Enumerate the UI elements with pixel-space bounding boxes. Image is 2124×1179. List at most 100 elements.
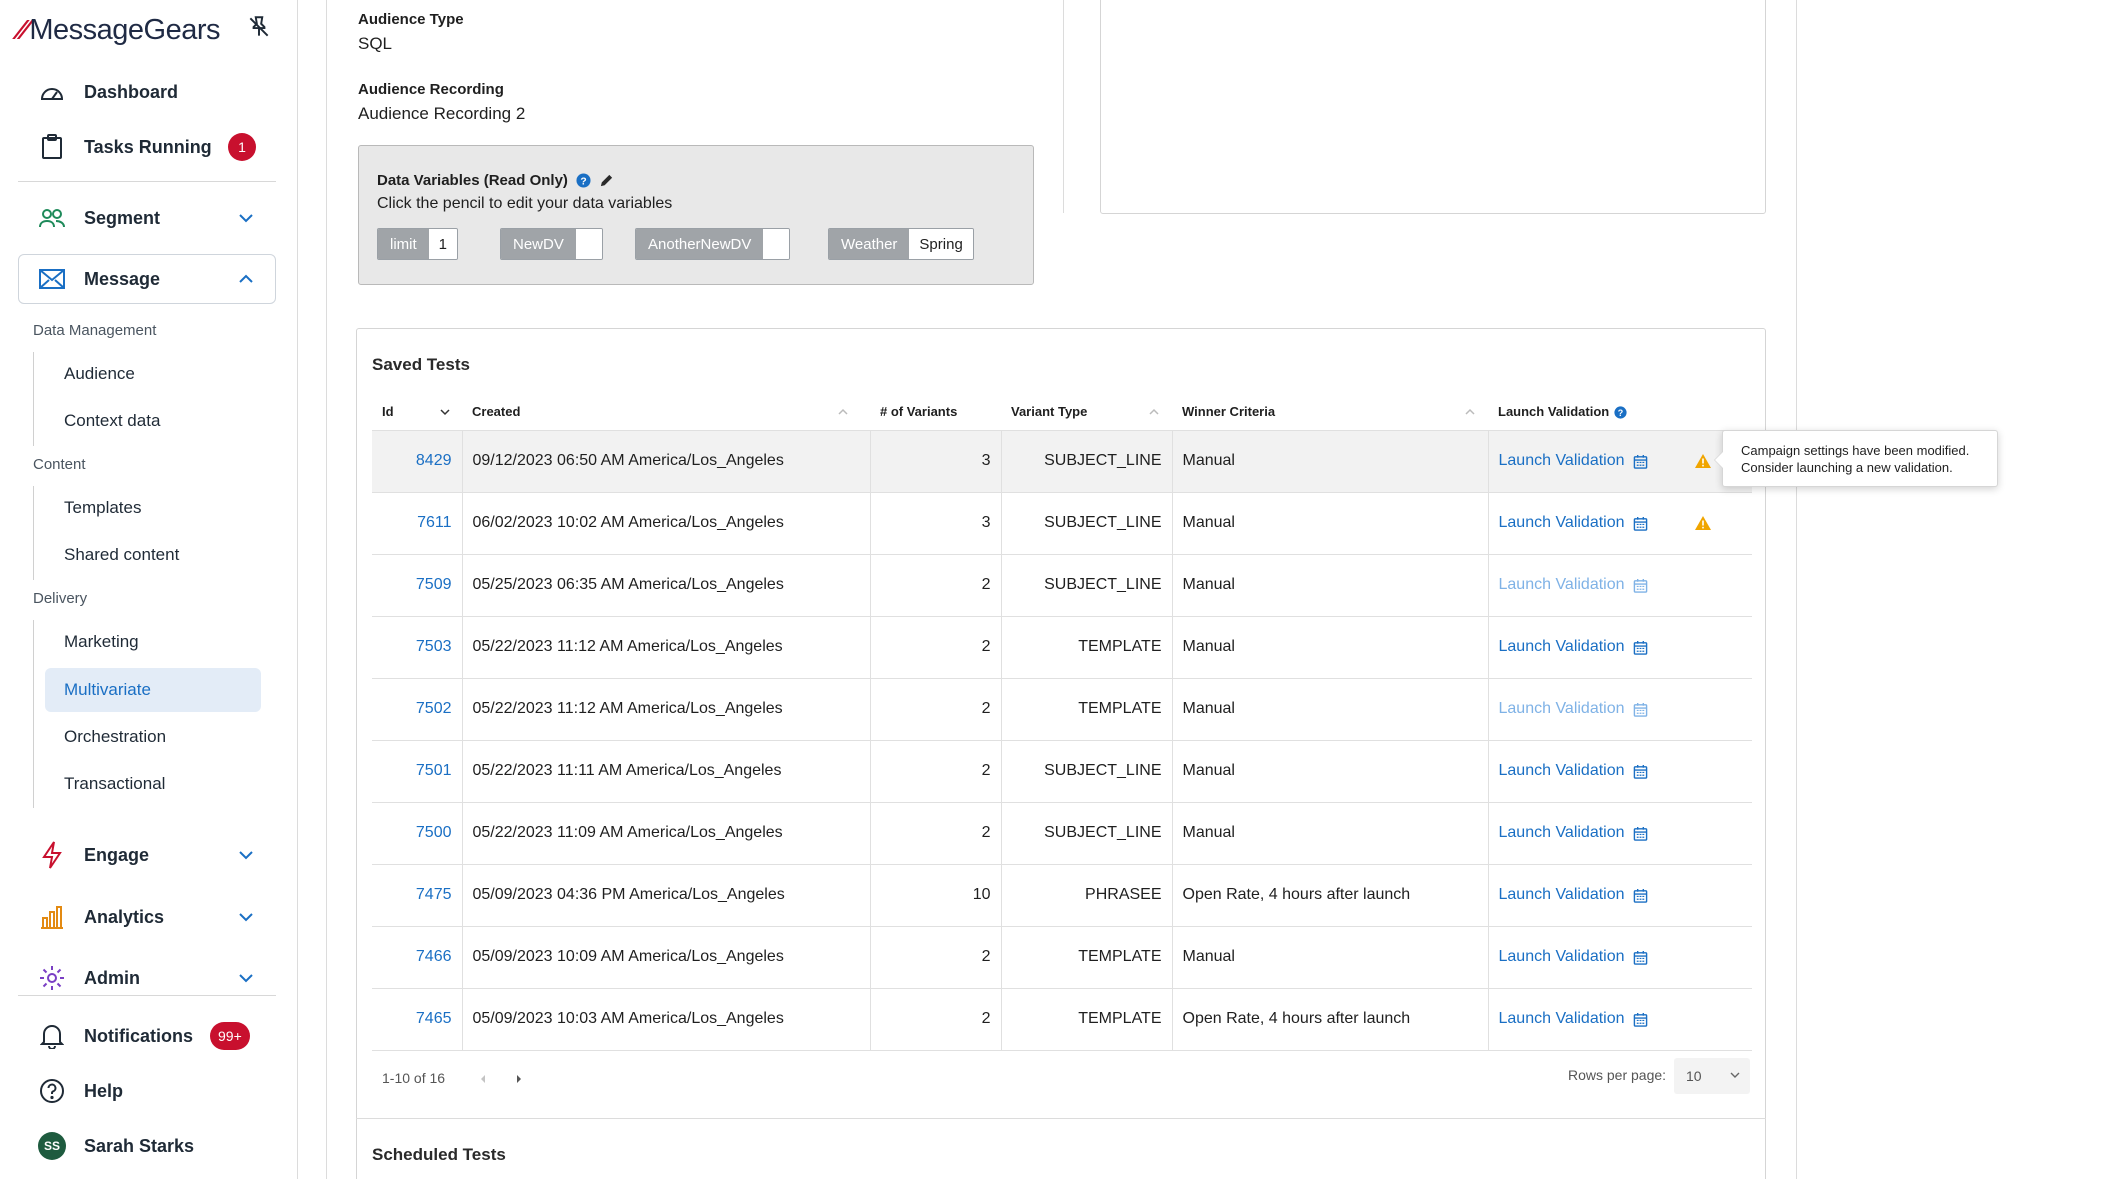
test-id-link[interactable]: 7502 — [372, 678, 463, 741]
nav-shared-content[interactable]: Shared content — [45, 533, 261, 577]
launch-validation-link[interactable]: Launch Validation — [1499, 824, 1743, 842]
chevron-down-icon — [239, 851, 253, 860]
sort-icon[interactable] — [1149, 407, 1159, 417]
test-id-link[interactable]: 7475 — [372, 864, 463, 927]
launch-validation-label: Launch Validation — [1498, 452, 1625, 469]
calendar-icon[interactable] — [1633, 764, 1648, 779]
table-row[interactable]: 7611 06/02/2023 10:02 AM America/Los_Ange… — [372, 492, 1752, 555]
winner-criteria-cell: Manual — [1172, 802, 1489, 865]
table-row[interactable]: 7501 05/22/2023 11:11 AM America/Los_Ange… — [372, 740, 1752, 803]
nav-dashboard[interactable]: Dashboard — [18, 67, 276, 117]
warning-icon[interactable] — [1694, 515, 1712, 531]
table-row[interactable]: 7502 05/22/2023 11:12 AM America/Los_Ange… — [372, 678, 1752, 741]
prev-page-icon[interactable] — [478, 1074, 488, 1084]
launch-validation-cell: Launch Validation — [1488, 988, 1752, 1051]
nav-user-profile[interactable]: SS Sarah Starks — [18, 1121, 276, 1171]
next-page-icon[interactable] — [514, 1074, 524, 1084]
winner-criteria-cell: Manual — [1172, 554, 1489, 617]
section-delivery: Delivery — [33, 590, 88, 607]
calendar-icon[interactable] — [1633, 454, 1648, 469]
nav-tasks-running[interactable]: Tasks Running 1 — [18, 122, 276, 172]
column-header-created[interactable]: Created — [462, 394, 870, 430]
launch-validation-link[interactable]: Launch Validation — [1499, 1010, 1743, 1028]
nav-notifications[interactable]: Notifications 99+ — [18, 1011, 276, 1061]
nav-engage[interactable]: Engage — [18, 830, 276, 880]
submenu-line — [33, 620, 34, 808]
nav-transactional[interactable]: Transactional — [45, 762, 261, 806]
nav-multivariate[interactable]: Multivariate — [45, 668, 261, 712]
nav-segment[interactable]: Segment — [18, 193, 276, 243]
people-icon — [38, 204, 66, 232]
table-row[interactable]: 7500 05/22/2023 11:09 AM America/Los_Ange… — [372, 802, 1752, 865]
created-cell: 05/09/2023 04:36 PM America/Los_Angeles — [462, 864, 871, 927]
calendar-icon[interactable] — [1633, 640, 1648, 655]
calendar-icon[interactable] — [1633, 1012, 1648, 1027]
audience-type-label: Audience Type — [358, 11, 464, 28]
table-row[interactable]: 7465 05/09/2023 10:03 AM America/Los_Ange… — [372, 988, 1752, 1051]
test-id-link[interactable]: 7500 — [372, 802, 463, 865]
variant-type-cell: SUBJECT_LINE — [1001, 554, 1173, 617]
calendar-icon[interactable] — [1633, 516, 1648, 531]
unpin-icon[interactable] — [246, 14, 272, 40]
launch-validation-label: Launch Validation — [1498, 638, 1625, 655]
nav-analytics[interactable]: Analytics — [18, 892, 276, 942]
warning-icon[interactable] — [1694, 453, 1712, 469]
pencil-edit-icon[interactable] — [599, 173, 614, 188]
nav-templates[interactable]: Templates — [45, 486, 261, 530]
winner-criteria-cell: Open Rate, 4 hours after launch — [1172, 864, 1489, 927]
warning-indicator[interactable] — [1694, 453, 1712, 469]
calendar-icon[interactable] — [1633, 702, 1648, 717]
test-id-link[interactable]: 7503 — [372, 616, 463, 679]
nav-orchestration[interactable]: Orchestration — [45, 715, 261, 759]
help-icon[interactable]: ? — [1614, 406, 1627, 419]
column-header-variants[interactable]: # of Variants — [870, 394, 1001, 430]
test-id-link[interactable]: 7501 — [372, 740, 463, 803]
table-row[interactable]: 7475 05/09/2023 04:36 PM America/Los_Ange… — [372, 864, 1752, 927]
launch-validation-link[interactable]: Launch Validation — [1499, 638, 1743, 656]
table-row[interactable]: 7509 05/25/2023 06:35 AM America/Los_Ange… — [372, 554, 1752, 617]
sort-desc-icon[interactable] — [440, 407, 450, 417]
created-cell: 05/22/2023 11:12 AM America/Los_Angeles — [462, 616, 871, 679]
test-id-link[interactable]: 7465 — [372, 988, 463, 1051]
test-id-link[interactable]: 7466 — [372, 926, 463, 989]
nav-message[interactable]: Message — [18, 254, 276, 304]
table-row[interactable]: 7503 05/22/2023 11:12 AM America/Los_Ange… — [372, 616, 1752, 679]
launch-validation-label: Launch Validation — [1498, 762, 1625, 779]
nav-context-data[interactable]: Context data — [45, 399, 261, 443]
nav-notifications-label: Notifications — [84, 1025, 194, 1046]
test-id-link[interactable]: 7611 — [372, 492, 463, 555]
table-row[interactable]: 7466 05/09/2023 10:09 AM America/Los_Ange… — [372, 926, 1752, 989]
winner-criteria-cell: Manual — [1172, 429, 1489, 493]
data-variable-key: NewDV — [501, 229, 576, 259]
launch-validation-link[interactable]: Launch Validation — [1499, 948, 1743, 966]
calendar-icon[interactable] — [1633, 826, 1648, 841]
column-header-variant-type[interactable]: Variant Type — [1001, 394, 1172, 430]
warning-indicator[interactable] — [1694, 515, 1712, 531]
column-header-variants-label: # of Variants — [880, 404, 958, 420]
help-icon[interactable]: ? — [576, 173, 591, 188]
brand-logo[interactable]: ⁄⁄ MessageGears — [18, 12, 221, 48]
launch-validation-link[interactable]: Launch Validation — [1499, 886, 1743, 904]
rows-per-page-value: 10 — [1686, 1068, 1702, 1084]
nav-marketing[interactable]: Marketing — [45, 620, 261, 664]
sort-icon[interactable] — [1465, 407, 1475, 417]
table-row[interactable]: 8429 09/12/2023 06:50 AM America/Los_Ange… — [372, 429, 1752, 493]
launch-validation-link: Launch Validation — [1499, 700, 1743, 718]
nav-audience[interactable]: Audience — [45, 352, 261, 396]
winner-criteria-cell: Manual — [1172, 678, 1489, 741]
nav-help[interactable]: Help — [18, 1066, 276, 1116]
sort-icon[interactable] — [838, 407, 848, 417]
column-header-id[interactable]: Id — [372, 394, 462, 430]
launch-validation-link[interactable]: Launch Validation — [1499, 452, 1743, 470]
rows-per-page-select[interactable]: 10 — [1674, 1058, 1750, 1094]
launch-validation-link[interactable]: Launch Validation — [1499, 514, 1743, 532]
calendar-icon[interactable] — [1633, 950, 1648, 965]
calendar-icon[interactable] — [1633, 888, 1648, 903]
launch-validation-link[interactable]: Launch Validation — [1499, 762, 1743, 780]
column-header-winner-criteria[interactable]: Winner Criteria — [1172, 394, 1488, 430]
calendar-icon[interactable] — [1633, 578, 1648, 593]
variant-type-cell: SUBJECT_LINE — [1001, 802, 1173, 865]
test-id-link[interactable]: 8429 — [372, 429, 463, 493]
test-id-link[interactable]: 7509 — [372, 554, 463, 617]
column-header-winner-criteria-label: Winner Criteria — [1182, 404, 1276, 420]
